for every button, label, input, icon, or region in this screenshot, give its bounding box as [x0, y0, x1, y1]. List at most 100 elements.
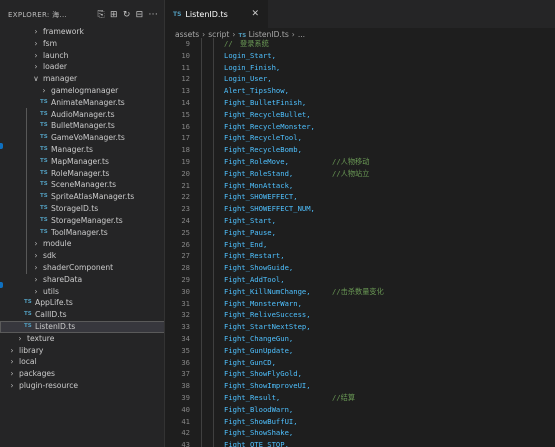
tree-file-item[interactable]: TS ListenID.ts: [0, 320, 164, 333]
tree-folder-item[interactable]: › module: [0, 238, 164, 250]
tree-folder-item[interactable]: › plugin-resource: [0, 380, 164, 392]
typescript-file-icon: TS: [40, 181, 48, 188]
tab-label: ListenID.ts: [185, 9, 228, 19]
line-number: 40: [181, 404, 190, 414]
typescript-file-icon: TS: [40, 110, 48, 117]
enum-member: Fight_SHOWEFFECT,: [224, 192, 298, 202]
tree-folder-item[interactable]: › packages: [0, 368, 164, 380]
code-editor[interactable]: 9 // 登录系统 10 Login_Start, 11 Login_Finish, 12 Lo…: [165, 38, 555, 447]
tree-file-item[interactable]: TS AudioManager.ts: [0, 109, 164, 121]
new-folder-icon[interactable]: ⊞: [110, 10, 118, 20]
tree-item-label: shareData: [43, 274, 83, 284]
tree-folder-item[interactable]: › fsm: [0, 38, 164, 50]
tree-item-label: MapManager.ts: [51, 156, 109, 166]
refresh-icon[interactable]: ↻: [123, 10, 131, 20]
tree-file-item[interactable]: TS GameVoManager.ts: [0, 132, 164, 144]
typescript-file-icon: TS: [173, 10, 182, 18]
enum-member: Fight_Pause,: [224, 227, 276, 237]
tree-file-item[interactable]: TS StorageID.ts: [0, 203, 164, 215]
indent-guide: [201, 297, 202, 310]
enum-member: Fight_QTE_STOP,: [224, 440, 289, 447]
tree-folder-item[interactable]: › shareData: [0, 274, 164, 286]
tree-folder-item[interactable]: › local: [0, 356, 164, 368]
indent-guide: [213, 427, 214, 440]
tree-file-item[interactable]: TS SpriteAtlasManager.ts: [0, 191, 164, 203]
typescript-file-icon: TS: [24, 299, 32, 306]
tree-folder-item[interactable]: › framework: [0, 26, 164, 38]
tree-folder-item[interactable]: › gamelogmanager: [0, 85, 164, 97]
indent-guide: [213, 191, 214, 204]
line-number: 42: [181, 428, 190, 438]
sidebar-marker: [0, 282, 3, 288]
tree-file-item[interactable]: TS Manager.ts: [0, 144, 164, 156]
indent-guide: [201, 49, 202, 62]
tree-file-item[interactable]: TS MapManager.ts: [0, 156, 164, 168]
enum-member: Fight_KillNumChange,: [224, 286, 311, 296]
tree-file-item[interactable]: TS SceneManager.ts: [0, 179, 164, 191]
tree-file-item[interactable]: TS AppLife.ts: [0, 297, 164, 309]
indent-guide: [201, 144, 202, 157]
indent-guide: [213, 61, 214, 74]
code-line: 27 Fight_Restart,: [165, 250, 555, 263]
enum-member: Fight_RecycleBullet,: [224, 109, 311, 119]
indent-guide: [201, 85, 202, 98]
tree-folder-item[interactable]: › library: [0, 345, 164, 357]
code-line: 37 Fight_ShowFlyGold,: [165, 368, 555, 381]
tree-folder-item[interactable]: › sdk: [0, 250, 164, 262]
typescript-file-icon: TS: [40, 134, 48, 141]
code-comment: //人物站立: [332, 168, 370, 178]
tree-file-item[interactable]: TS AnimateManager.ts: [0, 97, 164, 109]
tree-folder-item[interactable]: › utils: [0, 286, 164, 298]
indent-guide: [213, 167, 214, 180]
indent-guide: [201, 120, 202, 133]
close-icon[interactable]: ✕: [251, 9, 259, 19]
code-line: 25 Fight_Pause,: [165, 226, 555, 239]
new-file-icon[interactable]: ⎘: [97, 10, 105, 20]
tree-item-label: fsm: [43, 38, 58, 48]
tree-folder-item[interactable]: ∨ manager: [0, 73, 164, 85]
code-comment: //人物移动: [332, 156, 370, 166]
code-line: 18 Fight_RecycleBomb,: [165, 144, 555, 157]
code-line: 41 Fight_ShowBuffUI,: [165, 415, 555, 428]
enum-member: Fight_StartNextStep,: [224, 322, 311, 332]
sidebar-marker: [0, 143, 3, 149]
chevron-right-icon: ›: [10, 345, 14, 355]
indent-guide: [213, 49, 214, 62]
more-icon[interactable]: ···: [149, 10, 158, 20]
code-line: 9 // 登录系统: [165, 38, 555, 50]
tree-file-item[interactable]: TS CallID.ts: [0, 309, 164, 321]
tree-file-item[interactable]: TS BulletManager.ts: [0, 120, 164, 132]
chevron-right-icon: ›: [34, 251, 38, 261]
indent-guide: [201, 368, 202, 381]
line-number: 32: [181, 310, 190, 320]
tree-item-label: ToolManager.ts: [51, 227, 108, 237]
tree-file-item[interactable]: TS ToolManager.ts: [0, 227, 164, 239]
tree-folder-item[interactable]: › texture: [0, 333, 164, 345]
chevron-right-icon: ›: [34, 262, 38, 272]
indent-guide: [213, 155, 214, 168]
indent-guide: [201, 415, 202, 428]
code-line: 31 Fight_MonsterWarn,: [165, 297, 555, 310]
line-number: 41: [181, 416, 190, 426]
indent-guide: [201, 309, 202, 322]
indent-guide: [201, 167, 202, 180]
chevron-right-icon: ›: [10, 357, 14, 367]
line-number: 25: [181, 227, 190, 237]
code-line: 19 Fight_RoleMove, //人物移动: [165, 155, 555, 168]
collapse-all-icon[interactable]: ⊟: [136, 10, 144, 20]
indent-guide: [201, 321, 202, 334]
tab-listenid[interactable]: TS ListenID.ts ✕: [165, 0, 268, 28]
code-line: 26 Fight_End,: [165, 238, 555, 251]
enum-member: Fight_GunUpdate,: [224, 345, 294, 355]
tree-folder-item[interactable]: › loader: [0, 61, 164, 73]
tree-folder-item[interactable]: › launch: [0, 50, 164, 62]
enum-member: Fight_RecycleMonster,: [224, 121, 315, 131]
line-number: 19: [181, 156, 190, 166]
indent-guide: [213, 226, 214, 239]
enum-member: Fight_Start,: [224, 215, 276, 225]
tree-folder-item[interactable]: › shaderComponent: [0, 262, 164, 274]
tree-file-item[interactable]: TS RoleManager.ts: [0, 168, 164, 180]
chevron-right-icon: ›: [34, 274, 38, 284]
line-number: 27: [181, 251, 190, 261]
tree-file-item[interactable]: TS StorageManager.ts: [0, 215, 164, 227]
